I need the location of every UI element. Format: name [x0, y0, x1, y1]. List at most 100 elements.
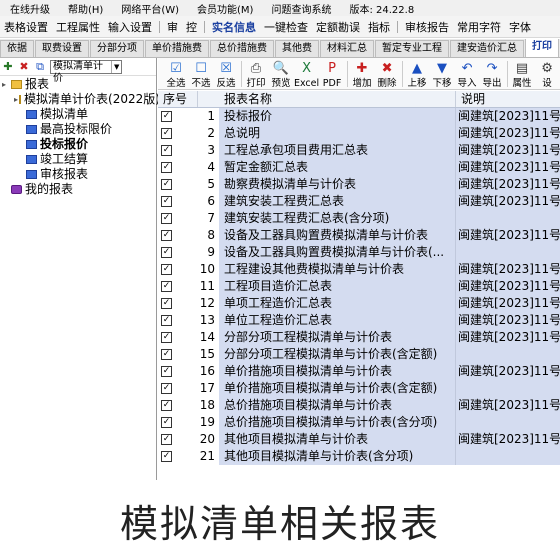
checkbox[interactable]: ✓	[161, 315, 172, 326]
report-tool-6[interactable]: P PDF	[320, 61, 344, 89]
report-tool-13[interactable]: ▤ 属性	[510, 61, 534, 89]
toolbar-button-10[interactable]: 常用字符	[453, 19, 505, 35]
report-name[interactable]: 总价措施项目模拟清单与计价表	[219, 397, 456, 414]
tab-5[interactable]: 其他费	[275, 40, 319, 57]
table-row[interactable]: ✓ 4暂定金额汇总表闽建筑[2023]11号文	[158, 159, 560, 176]
report-name[interactable]: 总价措施项目模拟清单与计价表(含分项)	[219, 414, 456, 431]
report-tool-4[interactable]: 🔍 预览	[269, 61, 293, 89]
report-name[interactable]: 投标报价	[219, 108, 456, 125]
report-name[interactable]: 勘察费模拟清单与计价表	[219, 176, 456, 193]
report-name[interactable]: 单项工程造价汇总表	[219, 295, 456, 312]
toolbar-button-3[interactable]: 审	[163, 19, 182, 35]
checkbox[interactable]: ✓	[161, 196, 172, 207]
menu-item-0[interactable]: 在线升级	[0, 1, 58, 16]
toolbar-button-1[interactable]: 工程属性	[52, 19, 104, 35]
tab-3[interactable]: 单价措施费	[145, 40, 209, 57]
report-name[interactable]: 工程总承包项目费用汇总表	[219, 142, 456, 159]
report-tool-7[interactable]: ✚ 增加	[350, 61, 374, 89]
toolbar-button-9[interactable]: 审核报告	[401, 19, 453, 35]
toolbar-button-4[interactable]: 控	[182, 19, 201, 35]
report-tool-10[interactable]: ▼ 下移	[430, 61, 454, 89]
tab-2[interactable]: 分部分项	[90, 40, 144, 57]
tab-6[interactable]: 材料汇总	[320, 40, 374, 57]
checkbox[interactable]: ✓	[161, 145, 172, 156]
tree-node-2[interactable]: 模拟清单	[0, 107, 156, 122]
checkbox[interactable]: ✓	[161, 366, 172, 377]
checkbox[interactable]: ✓	[161, 434, 172, 445]
toolbar-button-0[interactable]: 表格设置	[0, 19, 52, 35]
add-icon[interactable]: ✚	[2, 60, 14, 73]
report-name[interactable]: 其他项目模拟清单与计价表(含分项)	[219, 448, 456, 465]
report-tool-11[interactable]: ↶ 导入	[455, 61, 479, 89]
table-row[interactable]: ✓ 15 分部分项工程模拟清单与计价表(含定额)	[158, 346, 560, 363]
checkbox[interactable]: ✓	[161, 179, 172, 190]
menu-item-4[interactable]: 问题查询系统	[261, 1, 339, 16]
checkbox[interactable]: ✓	[161, 349, 172, 360]
tree-node-7[interactable]: 我的报表	[0, 182, 156, 197]
table-row[interactable]: ✓ 17 单价措施项目模拟清单与计价表(含定额)	[158, 380, 560, 397]
checkbox[interactable]: ✓	[161, 264, 172, 275]
checkbox[interactable]: ✓	[161, 162, 172, 173]
report-name[interactable]: 建筑安装工程费汇总表	[219, 193, 456, 210]
report-tool-12[interactable]: ↷ 导出	[480, 61, 504, 89]
report-name[interactable]: 分部分项工程模拟清单与计价表	[219, 329, 456, 346]
close-icon[interactable]: ✖	[18, 60, 30, 73]
checkbox[interactable]: ✓	[161, 400, 172, 411]
menu-item-1[interactable]: 帮助(H)	[58, 1, 111, 16]
tab-1[interactable]: 取费设置	[35, 40, 89, 57]
table-row[interactable]: ✓ 20其他项目模拟清单与计价表闽建筑[2023]11号文	[158, 431, 560, 448]
report-tool-1[interactable]: ☐ 不选	[189, 61, 213, 89]
tree-node-4[interactable]: 投标报价	[0, 137, 156, 152]
tree-expander-icon[interactable]: ▸	[14, 92, 18, 107]
table-row[interactable]: ✓ 13单位工程造价汇总表闽建筑[2023]11号文	[158, 312, 560, 329]
report-name[interactable]: 单位工程造价汇总表	[219, 312, 456, 329]
table-row[interactable]: ✓ 9 设备及工器具购置费模拟清单与计价表(...	[158, 244, 560, 261]
tree-node-1[interactable]: ▸ 模拟清单计价表(2022版)	[0, 92, 160, 107]
toolbar-button-5[interactable]: 实名信息	[208, 19, 260, 35]
report-tool-14[interactable]: ⚙ 设	[535, 61, 559, 89]
window-icon[interactable]: ⧉	[34, 60, 46, 74]
table-row[interactable]: ✓ 2总说明闽建筑[2023]11号文	[158, 125, 560, 142]
table-row[interactable]: ✓ 21 其他项目模拟清单与计价表(含分项)	[158, 448, 560, 465]
report-name[interactable]: 工程项目造价汇总表	[219, 278, 456, 295]
table-row[interactable]: ✓ 11工程项目造价汇总表闽建筑[2023]11号文	[158, 278, 560, 295]
tree-node-5[interactable]: 竣工结算	[0, 152, 156, 167]
checkbox[interactable]: ✓	[161, 332, 172, 343]
menu-item-2[interactable]: 网络平台(W)	[111, 1, 187, 16]
report-name[interactable]: 设备及工器具购置费模拟清单与计价表(...	[219, 244, 456, 261]
report-tool-3[interactable]: ⎙ 打印	[244, 61, 268, 89]
report-tool-8[interactable]: ✖ 删除	[375, 61, 399, 89]
checkbox[interactable]: ✓	[161, 383, 172, 394]
checkbox[interactable]: ✓	[161, 417, 172, 428]
checkbox[interactable]: ✓	[161, 213, 172, 224]
table-row[interactable]: ✓ 3工程总承包项目费用汇总表闽建筑[2023]11号文	[158, 142, 560, 159]
report-name[interactable]: 设备及工器具购置费模拟清单与计价表	[219, 227, 456, 244]
checkbox[interactable]: ✓	[161, 451, 172, 462]
report-name[interactable]: 单价措施项目模拟清单与计价表(含定额)	[219, 380, 456, 397]
report-name[interactable]: 单价措施项目模拟清单与计价表	[219, 363, 456, 380]
table-row[interactable]: ✓ 14分部分项工程模拟清单与计价表闽建筑[2023]11号文	[158, 329, 560, 346]
report-name[interactable]: 建筑安装工程费汇总表(含分项)	[219, 210, 456, 227]
report-tool-5[interactable]: X Excel	[294, 61, 319, 89]
report-tool-2[interactable]: ☒ 反选	[214, 61, 238, 89]
table-row[interactable]: ✓ 16单价措施项目模拟清单与计价表闽建筑[2023]11号文	[158, 363, 560, 380]
checkbox[interactable]: ✓	[161, 128, 172, 139]
table-row[interactable]: ✓ 8设备及工器具购置费模拟清单与计价表闽建筑[2023]11号文	[158, 227, 560, 244]
table-row[interactable]: ✓ 19 总价措施项目模拟清单与计价表(含分项)	[158, 414, 560, 431]
tree-expander-icon[interactable]: ▸	[2, 77, 10, 92]
report-type-select[interactable]: 模拟清单计价 ▼	[50, 59, 122, 84]
report-name[interactable]: 分部分项工程模拟清单与计价表(含定额)	[219, 346, 456, 363]
checkbox[interactable]: ✓	[161, 281, 172, 292]
menu-item-5[interactable]: 版本: 24.22.8	[339, 1, 422, 16]
report-tool-9[interactable]: ▲ 上移	[405, 61, 429, 89]
menu-item-3[interactable]: 会员功能(M)	[187, 1, 261, 16]
tab-4[interactable]: 总价措施费	[210, 40, 274, 57]
table-row[interactable]: ✓ 12单项工程造价汇总表闽建筑[2023]11号文	[158, 295, 560, 312]
checkbox[interactable]: ✓	[161, 247, 172, 258]
toolbar-button-2[interactable]: 输入设置	[104, 19, 156, 35]
toolbar-button-7[interactable]: 定额勘误	[312, 19, 364, 35]
tab-0[interactable]: 依据	[0, 40, 34, 57]
chevron-down-icon[interactable]: ▼	[111, 60, 121, 73]
table-row[interactable]: ✓ 1投标报价闽建筑[2023]11号文	[158, 108, 560, 125]
tree-node-0[interactable]: ▸ 报表	[0, 77, 156, 92]
